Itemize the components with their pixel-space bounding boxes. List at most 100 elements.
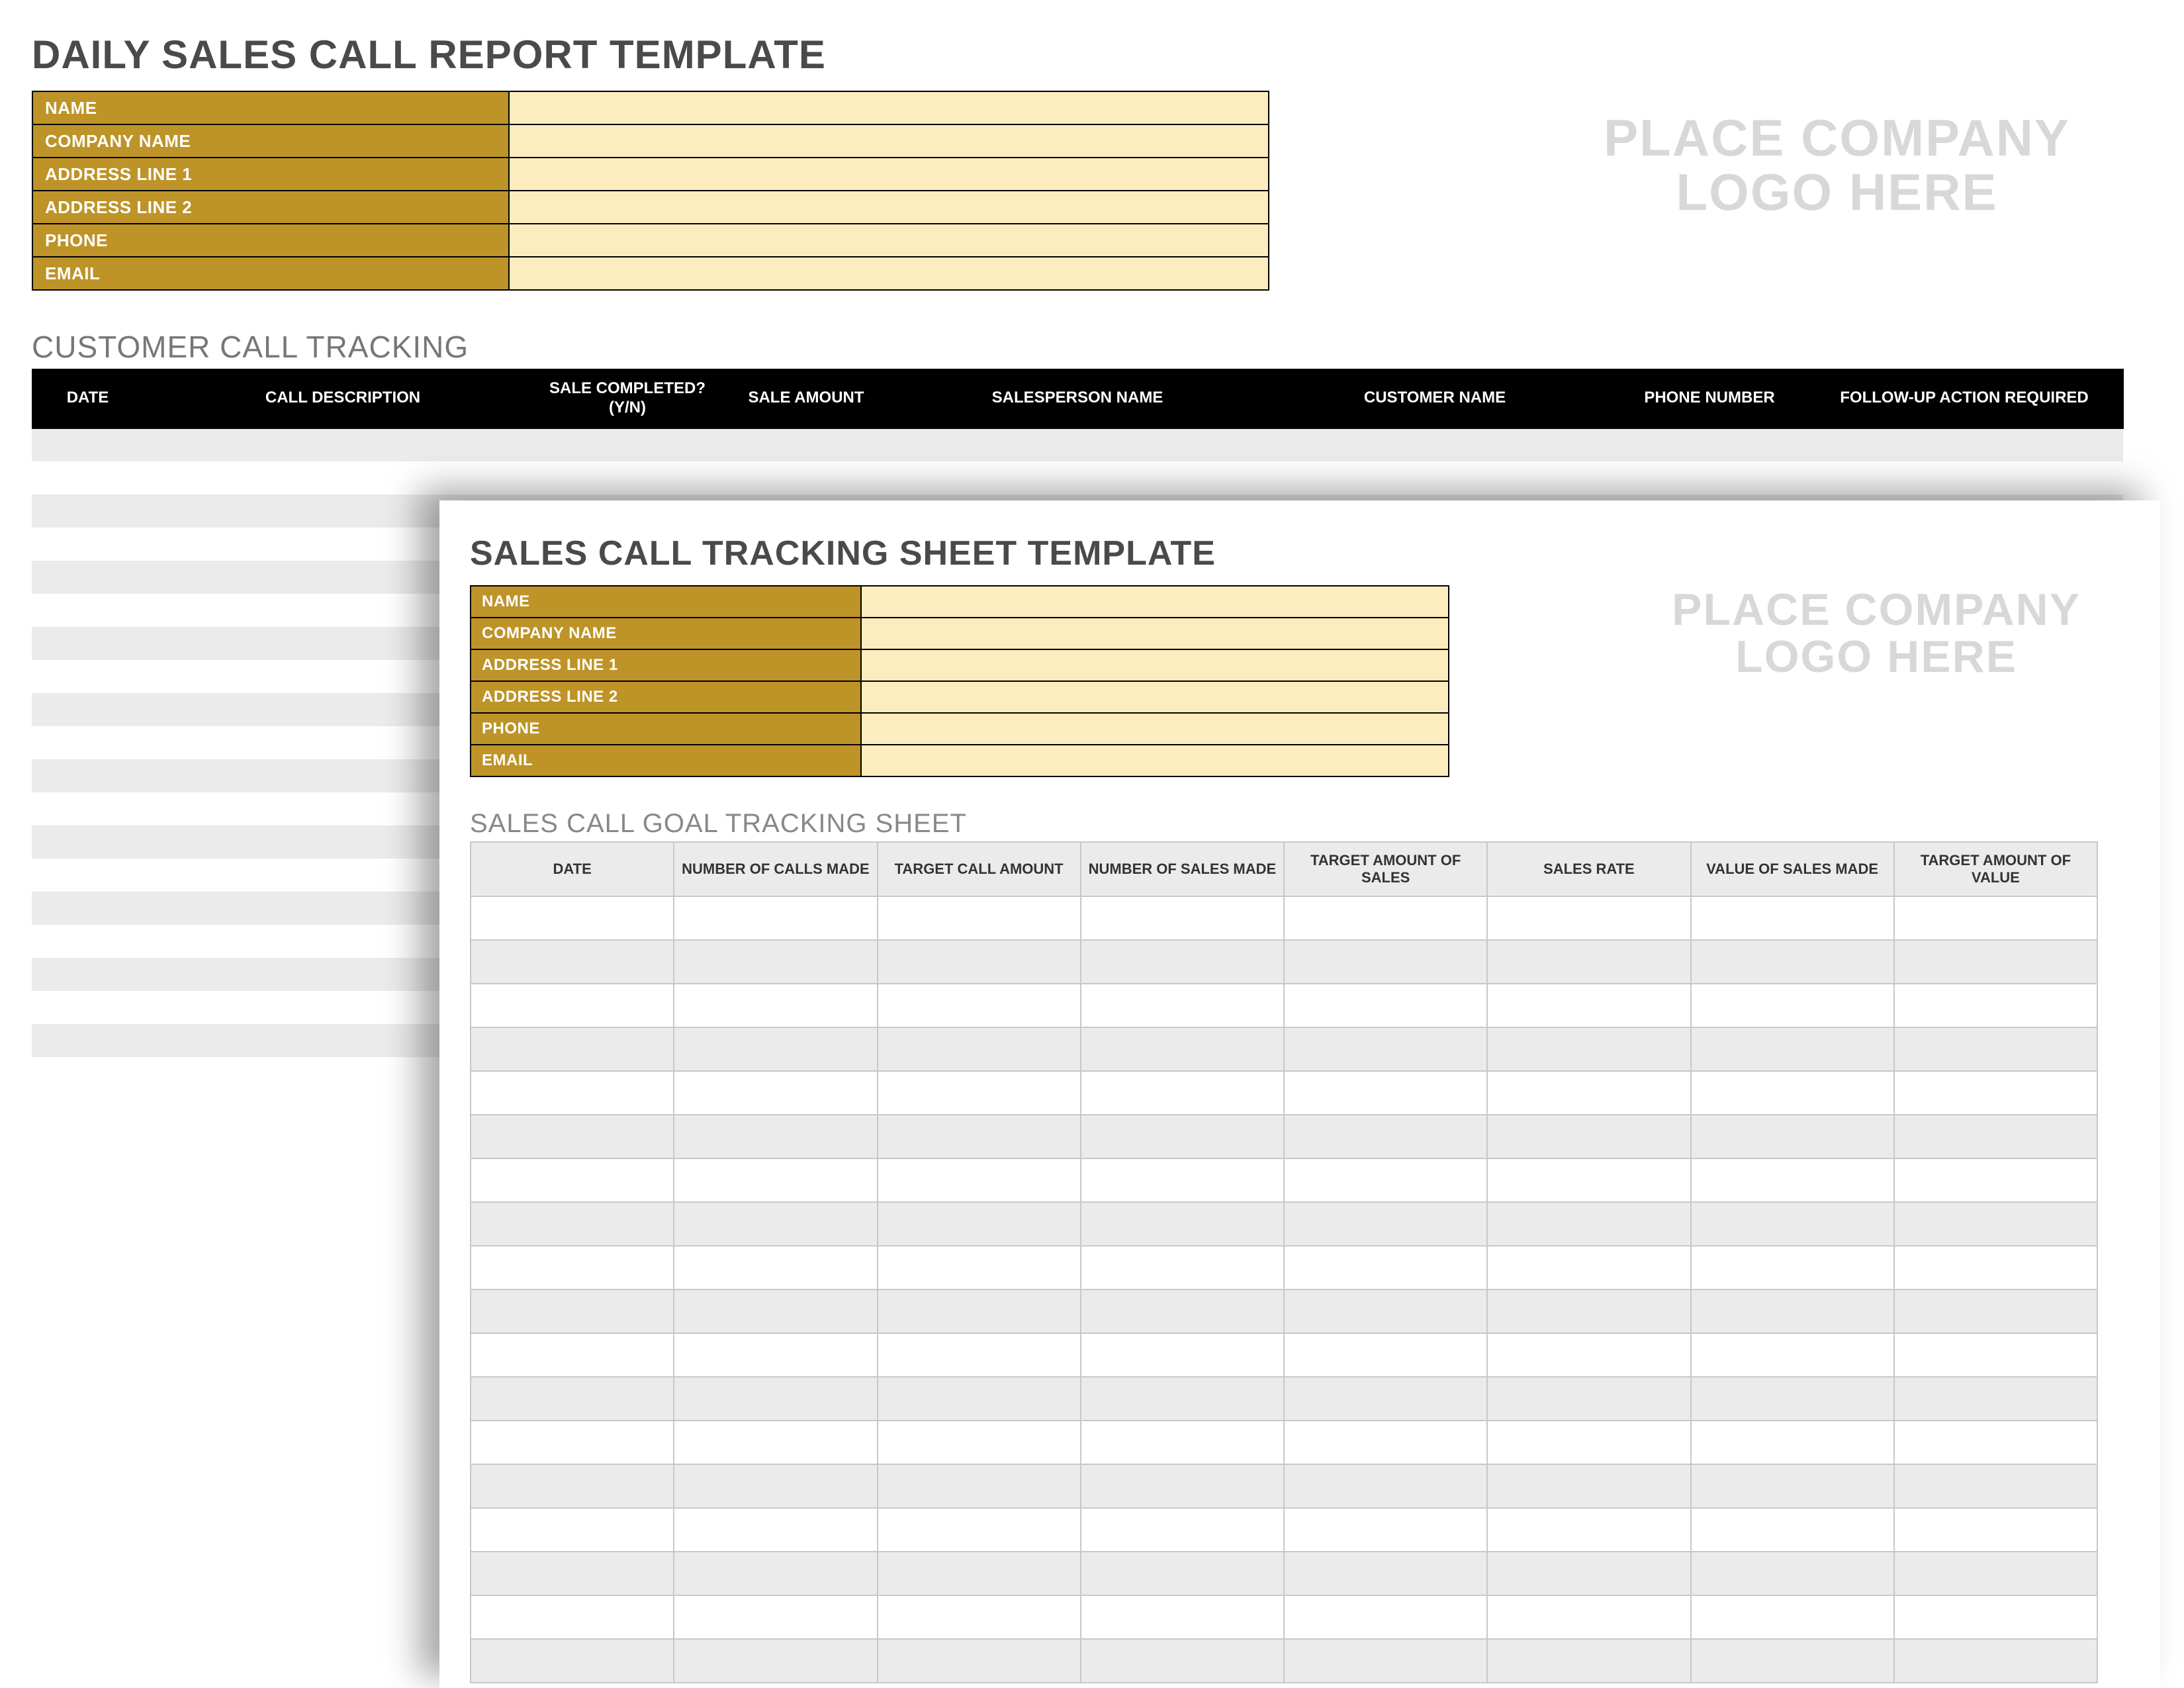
table-cell[interactable] [1081,1246,1284,1289]
table-cell[interactable] [471,940,674,984]
info-input[interactable] [861,681,1449,713]
table-cell[interactable] [471,1639,674,1683]
table-cell[interactable] [878,940,1081,984]
table-cell[interactable] [1691,1333,1894,1377]
table-cell[interactable] [1691,1552,1894,1595]
table-cell[interactable] [878,1115,1081,1158]
table-cell[interactable] [32,428,144,461]
table-cell[interactable] [1081,984,1284,1027]
table-cell[interactable] [32,759,144,792]
table-cell[interactable] [1691,1202,1894,1246]
table-cell[interactable] [674,1333,877,1377]
table-cell[interactable] [471,1158,674,1202]
table-cell[interactable] [674,940,877,984]
table-cell[interactable] [32,494,144,528]
table-cell[interactable] [1894,1508,2097,1552]
table-cell[interactable] [1614,428,1805,461]
table-cell[interactable] [32,627,144,660]
table-cell[interactable] [674,1158,877,1202]
table-cell[interactable] [32,825,144,859]
table-cell[interactable] [674,1377,877,1421]
table-cell[interactable] [471,1115,674,1158]
table-cell[interactable] [471,1071,674,1115]
table-cell[interactable] [1487,1552,1690,1595]
info-input[interactable] [861,649,1449,681]
table-cell[interactable] [471,1595,674,1639]
table-cell[interactable] [674,1202,877,1246]
table-cell[interactable] [1805,428,2123,461]
table-cell[interactable] [1284,1333,1487,1377]
table-cell[interactable] [471,1202,674,1246]
table-cell[interactable] [878,1289,1081,1333]
info-input[interactable] [861,745,1449,776]
table-cell[interactable] [1691,1071,1894,1115]
table-cell[interactable] [1487,1202,1690,1246]
table-cell[interactable] [1894,1202,2097,1246]
info-input[interactable] [509,224,1269,257]
table-cell[interactable] [674,1421,877,1464]
table-cell[interactable] [899,461,1256,494]
table-cell[interactable] [1487,1333,1690,1377]
table-cell[interactable] [878,1377,1081,1421]
table-cell[interactable] [674,1289,877,1333]
table-cell[interactable] [471,1464,674,1508]
table-cell[interactable] [1894,1377,2097,1421]
table-cell[interactable] [1894,1333,2097,1377]
table-cell[interactable] [1691,1639,1894,1683]
table-cell[interactable] [1284,1071,1487,1115]
table-cell[interactable] [144,428,541,461]
table-cell[interactable] [1894,1115,2097,1158]
table-cell[interactable] [32,892,144,925]
table-cell[interactable] [1894,1289,2097,1333]
table-cell[interactable] [1691,1027,1894,1071]
table-cell[interactable] [1894,984,2097,1027]
table-cell[interactable] [32,1024,144,1057]
table-cell[interactable] [1284,1377,1487,1421]
table-cell[interactable] [1081,1289,1284,1333]
table-cell[interactable] [1284,1552,1487,1595]
table-cell[interactable] [1691,1595,1894,1639]
table-cell[interactable] [1894,1552,2097,1595]
table-cell[interactable] [471,1027,674,1071]
table-cell[interactable] [1487,1158,1690,1202]
table-cell[interactable] [674,984,877,1027]
table-cell[interactable] [674,896,877,940]
table-cell[interactable] [1081,1202,1284,1246]
table-cell[interactable] [878,1595,1081,1639]
table-cell[interactable] [1691,1421,1894,1464]
table-cell[interactable] [1691,1115,1894,1158]
table-cell[interactable] [32,925,144,958]
table-cell[interactable] [32,792,144,825]
table-cell[interactable] [1256,428,1614,461]
table-cell[interactable] [878,1158,1081,1202]
info-input[interactable] [509,257,1269,290]
table-cell[interactable] [1081,940,1284,984]
table-cell[interactable] [878,1421,1081,1464]
table-cell[interactable] [1487,1246,1690,1289]
table-cell[interactable] [1081,1421,1284,1464]
table-cell[interactable] [1894,896,2097,940]
table-cell[interactable] [32,528,144,561]
table-cell[interactable] [1081,1027,1284,1071]
info-input[interactable] [509,124,1269,158]
table-cell[interactable] [878,1639,1081,1683]
table-cell[interactable] [1691,984,1894,1027]
table-cell[interactable] [1284,1246,1487,1289]
table-cell[interactable] [1487,1027,1690,1071]
table-cell[interactable] [1284,1508,1487,1552]
table-cell[interactable] [1284,984,1487,1027]
table-cell[interactable] [1894,1246,2097,1289]
table-cell[interactable] [899,428,1256,461]
table-cell[interactable] [1487,1421,1690,1464]
table-cell[interactable] [1256,461,1614,494]
table-cell[interactable] [1081,1333,1284,1377]
info-input[interactable] [861,713,1449,745]
table-cell[interactable] [471,1421,674,1464]
table-cell[interactable] [1894,1421,2097,1464]
table-cell[interactable] [471,1377,674,1421]
table-cell[interactable] [1487,1639,1690,1683]
table-cell[interactable] [674,1464,877,1508]
table-cell[interactable] [878,1464,1081,1508]
table-cell[interactable] [878,1508,1081,1552]
table-cell[interactable] [1894,1027,2097,1071]
